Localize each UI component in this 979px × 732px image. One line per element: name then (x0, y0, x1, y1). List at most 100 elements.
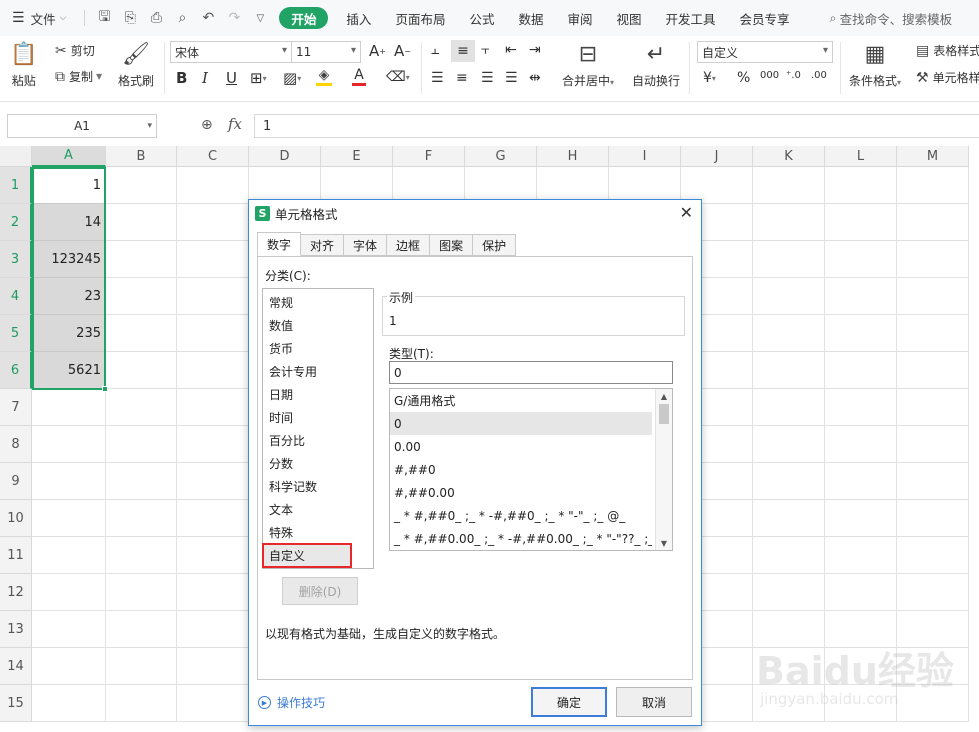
customize-dropdown-icon[interactable]: ▽ (247, 0, 273, 36)
cell-m5[interactable] (897, 315, 969, 352)
cell-m4[interactable] (897, 278, 969, 315)
cell-b9[interactable] (106, 463, 177, 500)
cell-c3[interactable] (177, 241, 249, 278)
cell-b3[interactable] (106, 241, 177, 278)
cell-l1[interactable] (825, 167, 897, 204)
column-header-j[interactable]: J (681, 146, 753, 167)
increase-font-icon[interactable]: A + (369, 42, 386, 60)
export-icon[interactable]: ⎘ (117, 0, 143, 36)
cell-k6[interactable] (753, 352, 825, 389)
cell-m3[interactable] (897, 241, 969, 278)
category-item[interactable]: 特殊 (263, 521, 373, 544)
bold-icon[interactable]: B (176, 69, 187, 87)
column-header-g[interactable]: G (465, 146, 537, 167)
row-header-2[interactable]: 2 (0, 204, 32, 241)
tab-home[interactable]: 开始 (279, 7, 329, 29)
cell-m7[interactable] (897, 389, 969, 426)
dialog-titlebar[interactable]: S 单元格格式 ✕ (249, 200, 701, 226)
category-item[interactable]: 常规 (263, 291, 373, 314)
table-style-button[interactable]: ▤ 表格样式 (916, 42, 979, 59)
tab-review[interactable]: 审阅 (555, 0, 604, 36)
cell-l5[interactable] (825, 315, 897, 352)
cell-c6[interactable] (177, 352, 249, 389)
cell-b12[interactable] (106, 574, 177, 611)
category-item[interactable]: 时间 (263, 406, 373, 429)
format-list[interactable]: _ * #,##0.00_ ;_ * -#,##0.00_ ;_ * "-"??… (389, 388, 673, 551)
cell-k5[interactable] (753, 315, 825, 352)
tab-data[interactable]: 数据 (506, 0, 555, 36)
cell-a13[interactable] (32, 611, 106, 648)
merge-center-button[interactable]: ⊟ 合并居中▾ (562, 40, 614, 89)
row-header-15[interactable]: 15 (0, 685, 32, 722)
cell-k1[interactable] (753, 167, 825, 204)
cell-m10[interactable] (897, 500, 969, 537)
tab-page-layout[interactable]: 页面布局 (383, 0, 457, 36)
scrollbar-thumb[interactable] (659, 404, 669, 424)
cell-c13[interactable] (177, 611, 249, 648)
cell-c5[interactable] (177, 315, 249, 352)
undo-icon[interactable]: ↶ (195, 0, 221, 36)
align-bottom-icon[interactable]: ⫟ (481, 42, 489, 58)
cell-m11[interactable] (897, 537, 969, 574)
cell-b15[interactable] (106, 685, 177, 722)
tab-protection[interactable]: 保护 (473, 234, 517, 256)
column-header-f[interactable]: F (393, 146, 465, 167)
cell-l9[interactable] (825, 463, 897, 500)
category-item[interactable]: 自定义 (262, 543, 352, 568)
cell-l6[interactable] (825, 352, 897, 389)
underline-icon[interactable]: U (226, 69, 237, 87)
decrease-font-icon[interactable]: A − (394, 42, 411, 60)
cell-c12[interactable] (177, 574, 249, 611)
cell-l10[interactable] (825, 500, 897, 537)
fill-style-icon[interactable]: ▨ ▾ (283, 69, 301, 87)
cell-c14[interactable] (177, 648, 249, 685)
decrease-decimal-icon[interactable]: .00 (811, 70, 827, 81)
cell-b11[interactable] (106, 537, 177, 574)
category-item[interactable]: 百分比 (263, 429, 373, 452)
cell-a9[interactable] (32, 463, 106, 500)
cell-a11[interactable] (32, 537, 106, 574)
cell-a4[interactable]: 23 (32, 278, 106, 315)
cell-k11[interactable] (753, 537, 825, 574)
row-header-5[interactable]: 5 (0, 315, 32, 352)
print-preview-icon[interactable]: ⌕ (169, 0, 195, 36)
type-input[interactable]: 0 (389, 361, 673, 384)
save-icon[interactable]: 🖫 (91, 0, 117, 36)
cut-button[interactable]: ✂ 剪切 (55, 42, 95, 59)
row-header-13[interactable]: 13 (0, 611, 32, 648)
cell-k10[interactable] (753, 500, 825, 537)
cell-c8[interactable] (177, 426, 249, 463)
justify-icon[interactable]: ☰ (505, 70, 518, 86)
cell-b2[interactable] (106, 204, 177, 241)
row-header-14[interactable]: 14 (0, 648, 32, 685)
tab-number[interactable]: 数字 (257, 232, 302, 256)
format-item[interactable]: 0.00 (390, 435, 652, 458)
column-header-a[interactable]: A (32, 146, 106, 167)
cell-a3[interactable]: 123245 (32, 241, 106, 278)
tab-view[interactable]: 视图 (605, 0, 654, 36)
cell-c7[interactable] (177, 389, 249, 426)
category-item[interactable]: 数值 (263, 314, 373, 337)
cell-b5[interactable] (106, 315, 177, 352)
cell-l7[interactable] (825, 389, 897, 426)
cell-b13[interactable] (106, 611, 177, 648)
cell-l11[interactable] (825, 537, 897, 574)
cell-b6[interactable] (106, 352, 177, 389)
column-header-l[interactable]: L (825, 146, 897, 167)
format-list-scrollbar[interactable]: ▲ ▼ (655, 389, 672, 550)
border-icon[interactable]: ⊞ ▾ (250, 69, 267, 87)
formula-input[interactable]: 1 (254, 114, 979, 138)
percent-icon[interactable]: % (737, 70, 750, 86)
increase-decimal-icon[interactable]: ⁺.0 (786, 70, 801, 81)
format-item[interactable]: #,##0.00 (390, 481, 652, 504)
cell-c11[interactable] (177, 537, 249, 574)
cell-l4[interactable] (825, 278, 897, 315)
align-right-icon[interactable]: ☰ (481, 70, 494, 86)
paste-button[interactable]: 📋 粘贴 (10, 40, 37, 89)
decrease-indent-icon[interactable]: ⇤ (505, 42, 517, 58)
format-item[interactable]: G/通用格式 (390, 389, 652, 412)
cell-m8[interactable] (897, 426, 969, 463)
tab-alignment[interactable]: 对齐 (301, 234, 345, 256)
cell-a10[interactable] (32, 500, 106, 537)
cell-b4[interactable] (106, 278, 177, 315)
